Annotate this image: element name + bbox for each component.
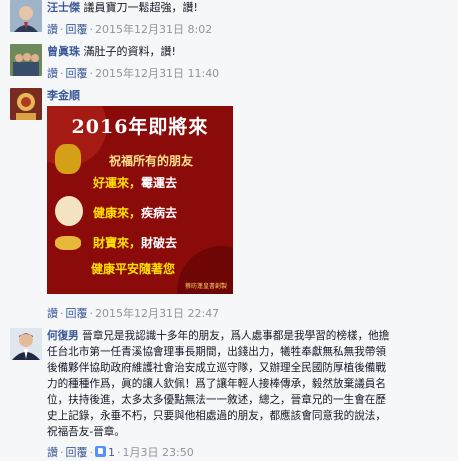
like-link[interactable]: 讚: [47, 446, 58, 459]
comment-text-line: 祝福吾友-晉章。: [47, 426, 125, 438]
thumbs-up-icon: [95, 446, 106, 457]
timestamp[interactable]: 1月3日 23:50: [123, 446, 194, 459]
commenter-name[interactable]: 曾眞珠: [47, 45, 80, 58]
like-link[interactable]: 讚: [47, 23, 58, 36]
avatar[interactable]: [10, 44, 42, 76]
comment-text-line: 後備夥伴協助政府維護社會治安成立巡守隊，又辦理全民國防厚植後備戰: [47, 362, 386, 374]
comment-meta: 讚 · 回覆 · 1 · 1月3日 23:50: [47, 446, 194, 459]
comment-text-line: 力的種種作爲，眞的讓人欽佩！爲了讓年輕人接棒傳承，毅然放棄議員名: [47, 378, 386, 390]
commenter-name[interactable]: 李金順: [47, 89, 80, 102]
commenter-name[interactable]: 何復男: [47, 330, 79, 342]
like-link[interactable]: 讚: [47, 307, 58, 320]
card-line: 健康平安隨著您: [91, 262, 176, 276]
like-count[interactable]: 1: [95, 446, 115, 459]
avatar[interactable]: [10, 328, 42, 360]
comment-text-line: 史上記錄，永垂不朽，只要與他相處過的朋友，都應該會同意我的說法，: [47, 410, 386, 422]
card-line: 好運來，霉運去: [93, 176, 178, 190]
comment-text-line: 晉章兄是我認識十多年的朋友，爲人處事都是我學習的榜樣，他擔: [82, 330, 390, 342]
comment-meta: 讚 · 回覆 · 2015年12月31日 11:40: [47, 67, 220, 80]
comment-text: 議員寶刀一鬆超強，讚!: [83, 1, 198, 14]
gold-ingot-icon: [55, 236, 81, 250]
commenter-name[interactable]: 汪士傑: [47, 1, 80, 14]
flower-pot-icon: [55, 144, 81, 174]
timestamp[interactable]: 2015年12月31日 22:47: [95, 307, 219, 320]
card-footer: 蔡昉蓬皇書創製: [184, 283, 227, 290]
reply-link[interactable]: 回覆: [66, 307, 88, 320]
comment-body: 何復男 晉章兄是我認識十多年的朋友，爲人處事都是我學習的榜樣，他擔 任台北市第一…: [47, 328, 452, 440]
card-line: 健康來，疾病去: [93, 206, 178, 220]
timestamp[interactable]: 2015年12月31日 11:40: [95, 67, 219, 80]
avatar[interactable]: [10, 0, 42, 32]
greeting-card-image[interactable]: 2016年即將來 祝福所有的朋友 好運來，霉運去 健康來，疾病去 財寶來，財破去…: [47, 106, 233, 294]
card-subtitle: 祝福所有的朋友: [109, 154, 194, 168]
card-title: 2016年即將來: [71, 116, 209, 138]
timestamp[interactable]: 2015年12月31日 8:02: [95, 23, 212, 36]
comment-text: 滿肚子的資料，讚!: [83, 45, 176, 58]
avatar[interactable]: [10, 88, 42, 120]
card-line: 財寶來，財破去: [93, 236, 178, 250]
comment-meta: 讚 · 回覆 · 2015年12月31日 22:47: [47, 307, 220, 320]
comment-meta: 讚 · 回覆 · 2015年12月31日 8:02: [47, 23, 213, 36]
comment-text-line: 任台北市第一任青溪協會理事長期間，出錢出力，犧牲奉獻無私無我帶領: [47, 346, 386, 358]
reply-link[interactable]: 回覆: [66, 67, 88, 80]
god-of-wealth-icon: [55, 196, 83, 226]
reply-link[interactable]: 回覆: [66, 23, 88, 36]
comment-text-line: 位，扶持後進，太多太多優點無法一一敘述，總之，晉章兄的一生會在歷: [47, 394, 386, 406]
like-link[interactable]: 讚: [47, 67, 58, 80]
reply-link[interactable]: 回覆: [66, 446, 88, 459]
